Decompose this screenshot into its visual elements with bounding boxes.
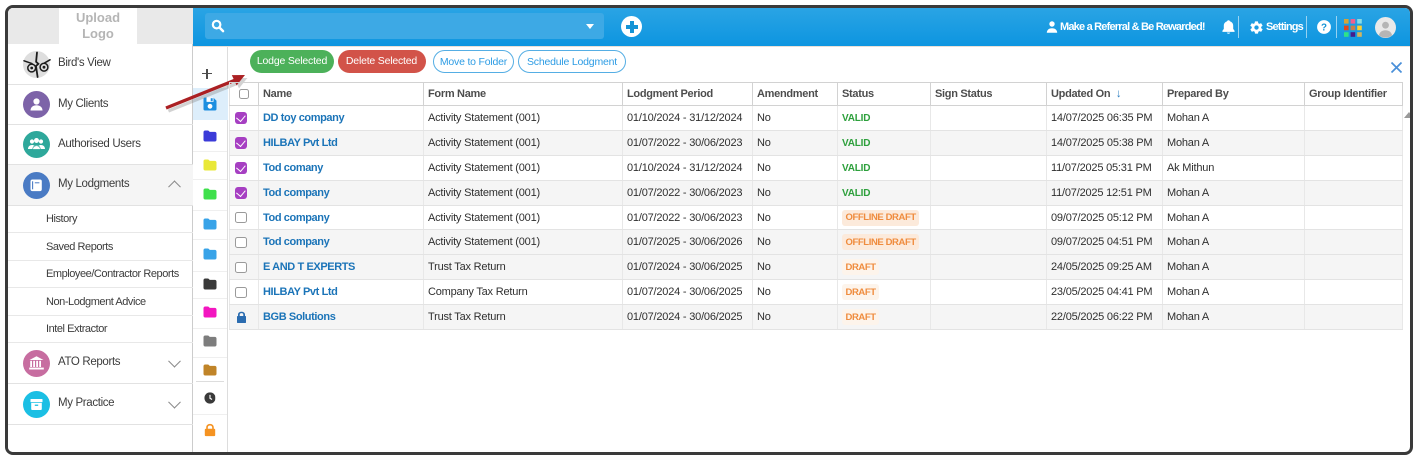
- svg-text:?: ?: [1321, 23, 1327, 34]
